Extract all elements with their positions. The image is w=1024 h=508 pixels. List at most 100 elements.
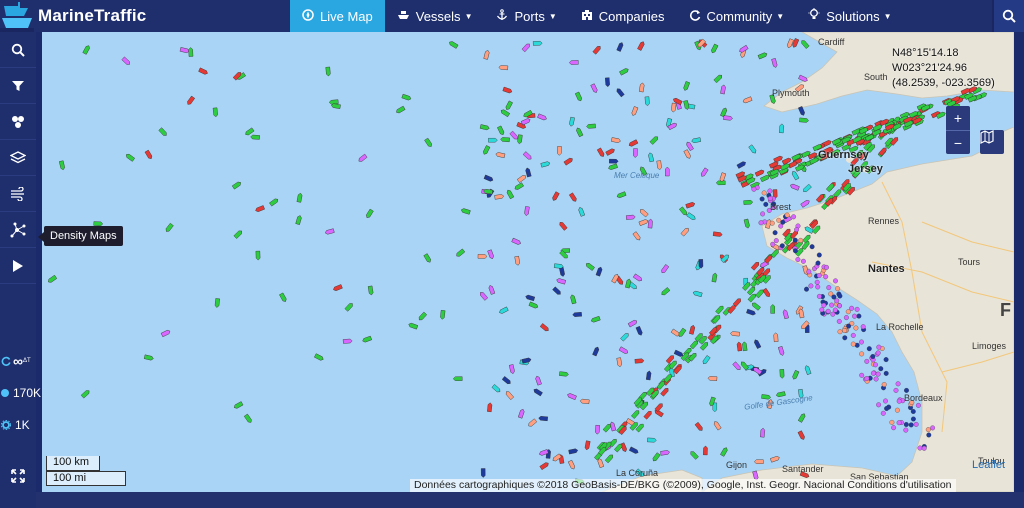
vessel-marker[interactable] (710, 43, 719, 54)
vessel-marker[interactable] (628, 446, 639, 455)
vessel-marker[interactable] (707, 376, 718, 381)
anchored-vessel-marker[interactable] (915, 402, 921, 408)
vessel-marker[interactable] (685, 141, 694, 152)
vessel-marker[interactable] (572, 312, 582, 317)
vessel-marker[interactable] (584, 440, 591, 451)
anchored-vessel-marker[interactable] (829, 302, 835, 308)
vessel-marker[interactable] (771, 58, 778, 68)
vessel-marker[interactable] (525, 167, 532, 178)
vessel-marker[interactable] (528, 301, 539, 309)
vessel-marker[interactable] (751, 302, 761, 311)
anchored-vessel-marker[interactable] (837, 329, 843, 335)
vessel-marker[interactable] (537, 113, 547, 121)
vessel-marker[interactable] (552, 286, 562, 296)
anchored-vessel-marker[interactable] (773, 238, 779, 244)
anchored-vessel-marker[interactable] (834, 298, 840, 304)
stat-vessel-count[interactable]: 170K (0, 382, 42, 404)
vessel-marker[interactable] (255, 205, 265, 212)
anchored-vessel-marker[interactable] (845, 309, 851, 315)
vessel-marker[interactable] (647, 437, 657, 443)
anchored-vessel-marker[interactable] (763, 201, 769, 207)
vessel-marker[interactable] (590, 315, 601, 323)
vessel-marker[interactable] (757, 52, 768, 60)
vessel-marker[interactable] (521, 43, 531, 53)
vessel-marker[interactable] (692, 290, 703, 298)
vessel-marker[interactable] (314, 353, 324, 362)
vessel-marker[interactable] (633, 148, 638, 158)
vessel-marker[interactable] (754, 459, 764, 464)
vessel-marker[interactable] (401, 93, 412, 101)
density-maps-button[interactable] (0, 212, 36, 248)
vessel-marker[interactable] (505, 390, 515, 401)
vessel-marker[interactable] (59, 160, 65, 171)
vessel-marker[interactable] (683, 149, 692, 160)
vessel-marker[interactable] (802, 183, 812, 193)
anchored-vessel-marker[interactable] (836, 318, 842, 324)
anchored-vessel-marker[interactable] (832, 307, 838, 313)
vessel-marker[interactable] (702, 355, 711, 365)
vessel-marker[interactable] (800, 199, 811, 208)
anchored-vessel-marker[interactable] (791, 214, 797, 220)
anchored-vessel-marker[interactable] (808, 283, 814, 289)
vessel-marker[interactable] (520, 118, 531, 126)
vessel-marker[interactable] (517, 408, 525, 419)
vessel-marker[interactable] (791, 170, 800, 181)
vessel-marker[interactable] (525, 294, 536, 302)
vessel-marker[interactable] (663, 373, 673, 383)
vessel-marker[interactable] (279, 292, 287, 303)
vessel-marker[interactable] (605, 77, 610, 88)
anchored-vessel-marker[interactable] (849, 305, 855, 311)
vessel-marker[interactable] (502, 86, 513, 94)
anchored-vessel-marker[interactable] (903, 427, 909, 433)
vessel-marker[interactable] (616, 191, 627, 199)
vessel-marker[interactable] (586, 123, 596, 129)
vessel-marker[interactable] (799, 117, 809, 123)
anchored-vessel-marker[interactable] (816, 273, 822, 278)
play-track-button[interactable] (0, 248, 36, 284)
vessel-marker[interactable] (596, 147, 605, 158)
anchored-vessel-marker[interactable] (826, 285, 832, 291)
stat-port-count[interactable]: 1K (0, 414, 42, 436)
anchored-vessel-marker[interactable] (910, 409, 916, 414)
vessel-marker[interactable] (632, 273, 643, 282)
vessel-marker[interactable] (644, 96, 650, 107)
vessel-marker[interactable] (460, 208, 471, 215)
anchored-vessel-marker[interactable] (814, 279, 820, 285)
vessel-marker[interactable] (233, 401, 244, 410)
vessel-marker[interactable] (797, 413, 806, 423)
anchored-vessel-marker[interactable] (870, 370, 876, 376)
anchored-vessel-marker[interactable] (870, 354, 876, 359)
vessel-marker[interactable] (782, 309, 789, 320)
vessel-marker[interactable] (754, 169, 765, 177)
vessel-marker[interactable] (535, 375, 542, 386)
vessel-marker[interactable] (639, 208, 649, 218)
anchored-vessel-marker[interactable] (930, 425, 936, 431)
anchored-vessel-marker[interactable] (767, 196, 773, 201)
vessel-marker[interactable] (143, 354, 154, 361)
anchored-vessel-marker[interactable] (816, 293, 822, 299)
vessel-marker[interactable] (487, 249, 495, 260)
vessel-marker[interactable] (656, 380, 666, 390)
vessel-marker[interactable] (590, 83, 599, 94)
vessel-marker[interactable] (689, 324, 696, 335)
vessel-marker[interactable] (188, 47, 194, 57)
vessel-marker[interactable] (631, 106, 639, 116)
vessel-marker[interactable] (743, 199, 754, 205)
vessel-group-button[interactable] (0, 104, 36, 140)
anchored-vessel-marker[interactable] (751, 186, 757, 192)
anchored-vessel-marker[interactable] (883, 398, 888, 404)
anchored-vessel-marker[interactable] (859, 351, 865, 357)
anchored-vessel-marker[interactable] (800, 258, 806, 264)
anchored-vessel-marker[interactable] (806, 269, 812, 275)
anchored-vessel-marker[interactable] (873, 376, 879, 382)
vessel-marker[interactable] (501, 376, 512, 385)
anchored-vessel-marker[interactable] (880, 410, 886, 416)
vessel-marker[interactable] (723, 115, 733, 121)
vessel-marker[interactable] (665, 166, 670, 177)
vessel-marker[interactable] (625, 214, 636, 220)
anchored-vessel-marker[interactable] (921, 445, 927, 451)
anchored-vessel-marker[interactable] (767, 188, 773, 194)
vessel-marker[interactable] (324, 228, 335, 235)
vessel-marker[interactable] (494, 194, 505, 200)
vessel-marker[interactable] (418, 311, 428, 321)
